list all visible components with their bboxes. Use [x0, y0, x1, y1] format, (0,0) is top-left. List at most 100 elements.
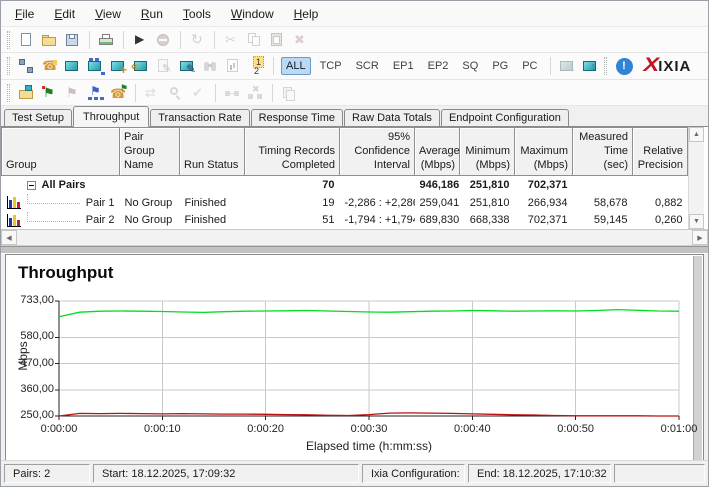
pair-chart-icon[interactable] [6, 213, 21, 227]
copy-icon [244, 30, 265, 50]
multicast-group-icon[interactable] [85, 56, 106, 76]
tab-test-setup[interactable]: Test Setup [4, 109, 72, 126]
filter-ep1-button[interactable]: EP1 [388, 57, 419, 75]
filter-ep2-button[interactable]: EP2 [423, 57, 454, 75]
toolbar-pairs: ALLTCPSCREP1EP2SQPGPC ! X IXIA [1, 53, 708, 80]
scroll-right-icon[interactable]: ▶ [692, 230, 708, 245]
x-tick-label: 0:00:40 [453, 423, 491, 435]
export-endpoints-icon[interactable] [580, 56, 601, 76]
menu-tools[interactable]: Tools [173, 3, 221, 25]
toolbar-separator [214, 30, 215, 49]
about-ixia-icon[interactable]: ! [615, 57, 633, 75]
menu-file[interactable]: File [5, 3, 44, 25]
average-value: 259,041 [419, 196, 460, 209]
add-pair-icon[interactable] [16, 56, 37, 76]
tree-branch [26, 194, 80, 205]
tab-raw-data-totals[interactable]: Raw Data Totals [344, 109, 440, 126]
save-test-icon[interactable] [62, 30, 83, 50]
filter-pc-button[interactable]: PC [517, 57, 542, 75]
maximum-value: 702,371 [527, 179, 568, 192]
pane-splitter[interactable] [1, 246, 708, 254]
status-start-time: Start: 18.12.2025, 17:09:32 [93, 464, 359, 483]
filter-scr-button[interactable]: SCR [351, 57, 384, 75]
y-tick-label: 580,00 [20, 330, 54, 343]
col-average: Average (Mbps) [414, 126, 460, 177]
edit-pair-icon[interactable] [177, 56, 198, 76]
table-horizontal-scrollbar[interactable]: ◀ ▶ [1, 230, 708, 246]
menu-run[interactable]: Run [131, 3, 173, 25]
zoom-results-icon [165, 83, 186, 103]
col-minimum: Minimum (Mbps) [459, 126, 515, 177]
run-status-value: Finished [184, 196, 227, 209]
x-tick-label: 0:00:20 [247, 423, 284, 435]
pair-numbers-icon[interactable] [246, 56, 267, 76]
toolbar-grip[interactable] [7, 57, 10, 75]
filter-sq-button[interactable]: SQ [457, 57, 483, 75]
toolbar-grip[interactable] [7, 30, 10, 49]
toolbar-separator [135, 83, 136, 102]
maximum-value: 266,934 [527, 196, 568, 209]
status-bar: Pairs: 2 Start: 18.12.2025, 17:09:32 Ixi… [1, 460, 708, 486]
table-row-pair-2[interactable]: Pair 2 No Group Finished 51 -1,794 : +1,… [2, 211, 688, 229]
menu-help[interactable]: Help [284, 3, 329, 25]
col-timing-records: Timing Records Completed [244, 126, 340, 177]
dial-pairs-icon[interactable] [39, 56, 60, 76]
tab-transaction-rate[interactable]: Transaction Rate [150, 109, 250, 126]
group-label: All Pairs [41, 179, 86, 192]
minimum-value: 251,810 [469, 196, 510, 209]
filter-all-button[interactable]: ALL [281, 57, 311, 75]
dial-run-icon[interactable] [108, 83, 129, 103]
network-run-icon[interactable] [85, 83, 106, 103]
x-tick-label: 0:00:10 [143, 423, 181, 435]
run-status-value: Finished [184, 214, 227, 227]
endpoint-monitor-icon[interactable] [62, 56, 83, 76]
menu-window[interactable]: Window [221, 3, 284, 25]
delete-icon [290, 30, 311, 50]
toolbar-standard [1, 27, 708, 53]
average-value: 946,186 [419, 179, 460, 192]
scroll-down-icon[interactable]: ▼ [689, 214, 704, 229]
throughput-chart-panel: Throughput Mbps Elapsed time (h:mm:ss) 7… [5, 254, 704, 462]
new-test-icon[interactable] [16, 30, 37, 50]
open-results-icon[interactable] [16, 83, 37, 103]
ixchariot-window: FileEditViewRunToolsWindowHelp ALLTCPSCR… [0, 0, 709, 487]
tab-throughput[interactable]: Throughput [72, 106, 150, 127]
stop-test-icon [153, 30, 174, 50]
toolbar-grip[interactable] [7, 83, 10, 102]
open-test-icon[interactable] [39, 30, 60, 50]
table-row-all-pairs[interactable]: All Pairs 70 946,186 251,810 702,371 [2, 176, 688, 194]
table-vertical-scrollbar[interactable]: ▲ ▼ [688, 127, 704, 229]
table-row-pair-1[interactable]: Pair 1 No Group Finished 19 -2,286 : +2,… [2, 194, 688, 212]
tab-endpoint-configuration[interactable]: Endpoint Configuration [440, 109, 569, 126]
filter-pg-button[interactable]: PG [487, 57, 513, 75]
col-precision: Relative Precision [632, 126, 688, 177]
status-ixia-config-label: Ixia Configuration: [362, 464, 465, 483]
add-monitor-icon[interactable] [108, 56, 129, 77]
col-maximum: Maximum (Mbps) [514, 126, 573, 177]
results-table: Group Pair Group Name Run Status Timing … [1, 126, 688, 229]
y-tick-label: 733,00 [20, 294, 54, 306]
scroll-left-icon[interactable]: ◀ [1, 230, 17, 245]
pair-chart-icon[interactable] [6, 196, 21, 210]
timing-records-value: 70 [322, 179, 335, 192]
menu-edit[interactable]: Edit [44, 3, 85, 25]
toolbar-separator [215, 83, 216, 102]
col-confidence: 95% Confidence Interval [339, 126, 415, 177]
start-run-flag-icon[interactable] [39, 83, 60, 103]
scroll-up-icon[interactable]: ▲ [689, 127, 704, 142]
status-filler [614, 464, 705, 483]
average-value: 689,830 [419, 214, 460, 227]
filter-tcp-button[interactable]: TCP [315, 57, 347, 75]
col-run-status: Run Status [179, 126, 245, 177]
run-test-icon[interactable] [130, 30, 151, 50]
toolbar-grip[interactable] [603, 57, 607, 75]
collapse-all-pairs-icon[interactable] [26, 180, 36, 190]
scan-endpoints-icon[interactable] [131, 56, 152, 76]
menu-view[interactable]: View [85, 3, 131, 25]
refresh-icon [187, 30, 208, 50]
pair-label: Pair 1 [85, 196, 115, 209]
tab-response-time[interactable]: Response Time [250, 109, 344, 126]
x-tick-label: 0:00:30 [350, 423, 388, 435]
print-icon[interactable] [96, 30, 117, 50]
archive-results-icon [279, 83, 300, 103]
